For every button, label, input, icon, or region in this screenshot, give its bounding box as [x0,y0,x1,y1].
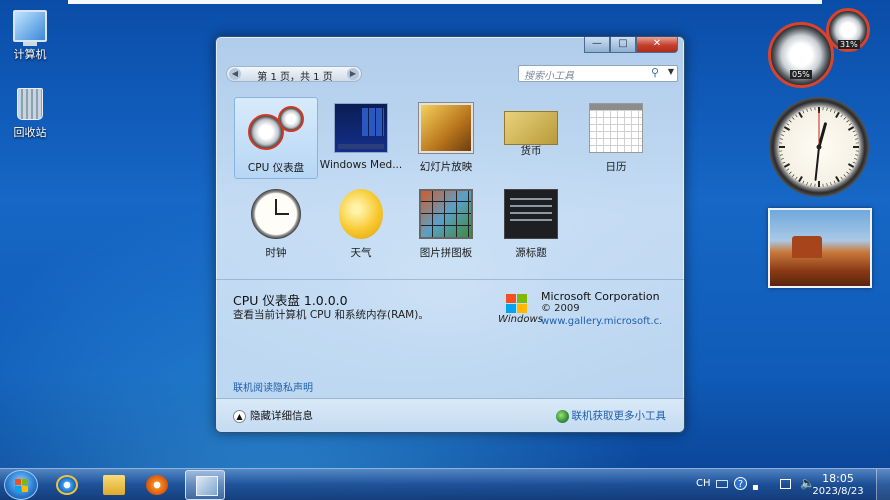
get-more-gadgets-link[interactable]: 联机获取更多小工具 [555,408,667,423]
help-icon[interactable]: ? [734,477,747,490]
start-button[interactable] [4,470,38,500]
desert-butte-image [792,236,822,258]
gadget-label: Windows Med... [319,159,403,171]
feed-headlines-icon [504,189,558,239]
gadget-currency[interactable]: 货币 [489,97,573,179]
gadget-label: 货币 [520,145,542,157]
media-center-icon [334,103,388,153]
gadget-label: CPU 仪表盘 [247,162,305,174]
gadget-clock[interactable]: 时钟 [234,183,318,265]
cpu-meter-icon [246,104,306,154]
gadget-label: 日历 [605,161,627,173]
taskbar-clock-time[interactable]: 18:05 [808,472,868,485]
get-more-gadgets-label: 联机获取更多小工具 [571,410,667,422]
copyright-year: © 2009 [541,303,580,314]
gadget-weather[interactable]: 天气 [319,183,403,265]
picture-puzzle-icon [419,189,473,239]
publisher-link[interactable]: www.gallery.microsoft.c... [541,316,663,327]
gadget-gallery: CPU 仪表盘 Windows Med... 幻灯片放映 货币 日历 时钟 天气 [216,91,684,279]
page-indicator: 第 1 页，共 1 页 [257,72,333,83]
search-placeholder: 搜索小工具 [524,71,574,82]
calendar-icon [589,103,643,153]
taskbar-windows-explorer[interactable] [93,470,133,500]
previous-page-button[interactable]: ◀ [229,68,241,80]
system-tray: CH ? ▪ 🔈 18:05 2023/8/23 [690,469,890,500]
gadget-label: 幻灯片放映 [419,161,473,173]
privacy-statement-link[interactable]: 联机阅读隐私声明 [233,379,313,394]
clock-center [816,144,822,150]
language-indicator[interactable]: CH [696,478,711,489]
window-controls: — □ ✕ [584,37,678,53]
chevron-up-icon: ▲ [233,409,246,423]
taskbar-internet-explorer[interactable] [46,470,86,500]
cpu-meter-gadget[interactable]: 05% 31% [768,8,872,88]
folder-icon [103,475,125,495]
gadget-slide-show[interactable]: 幻灯片放映 [404,97,488,179]
weather-sun-icon [339,189,383,239]
close-button[interactable]: ✕ [636,37,678,53]
slide-show-gadget[interactable] [768,208,872,288]
clock-gadget[interactable] [768,96,870,198]
desktop-icon-label: 计算机 [13,48,47,61]
slide-show-icon [419,103,473,153]
media-player-icon [146,475,168,495]
publisher-name: Microsoft Corporation [541,290,660,303]
window-bottom-bar: ▲ 隐藏详细信息 联机获取更多小工具 [216,398,684,432]
gadget-picture-puzzle[interactable]: 图片拼图板 [404,183,488,265]
currency-icon [504,111,558,145]
show-hidden-icons-icon[interactable]: ▪ [752,482,759,493]
gadgets-window: — □ ✕ ◀ 第 1 页，共 1 页 ▶ 搜索小工具 ⚲ ▼ CPU 仪表盘 … [215,36,685,433]
cpu-usage-readout: 05% [790,70,812,79]
top-strip [68,0,822,4]
computer-icon [13,10,47,46]
maximize-button[interactable]: □ [610,37,636,53]
gadget-label: 图片拼图板 [419,247,473,259]
hide-details-label: 隐藏详细信息 [250,410,313,422]
desktop-icon-recycle-bin[interactable]: 回收站 [0,88,60,140]
search-icon[interactable]: ⚲ [651,66,659,79]
show-desktop-button[interactable] [876,469,890,500]
gadget-label: 时钟 [265,247,287,259]
gadget-feed-headlines[interactable]: 源标题 [489,183,573,265]
next-page-button[interactable]: ▶ [347,68,359,80]
search-gadgets-input[interactable]: 搜索小工具 ⚲ ▼ [518,65,678,82]
page-navigator: ◀ 第 1 页，共 1 页 ▶ [226,66,362,83]
windows-flag-icon [15,479,29,492]
desktop-icon-computer[interactable]: 计算机 [0,10,60,62]
desktop-gadgets-icon [196,476,218,496]
gadget-cpu-meter[interactable]: CPU 仪表盘 [234,97,318,179]
internet-explorer-icon [56,475,78,495]
windows-logo-text: Windows [498,314,543,325]
clock-icon [251,189,301,239]
gadget-detail-description: 查看当前计算机 CPU 和系统内存(RAM)。 [233,309,429,321]
network-icon[interactable] [780,479,791,489]
windows-logo-icon: Windows [498,292,543,332]
keyboard-icon[interactable] [716,480,728,488]
divider [216,279,684,280]
gadget-label: 天气 [350,247,372,259]
chevron-down-icon[interactable]: ▼ [668,67,674,76]
minimize-button[interactable]: — [584,37,610,53]
memory-usage-readout: 31% [838,40,860,49]
recycle-bin-icon [17,88,43,120]
taskbar-desktop-gadgets[interactable] [185,470,225,500]
taskbar-media-player[interactable] [136,470,176,500]
gadget-label: 源标题 [515,247,547,259]
taskbar: CH ? ▪ 🔈 18:05 2023/8/23 [0,468,890,500]
globe-icon [555,409,569,423]
gadget-windows-media-center[interactable]: Windows Med... [319,97,403,179]
hide-details-button[interactable]: ▲ 隐藏详细信息 [233,408,313,423]
gadget-calendar[interactable]: 日历 [574,97,658,179]
desktop-icon-label: 回收站 [13,126,47,139]
taskbar-clock-date[interactable]: 2023/8/23 [808,486,868,497]
